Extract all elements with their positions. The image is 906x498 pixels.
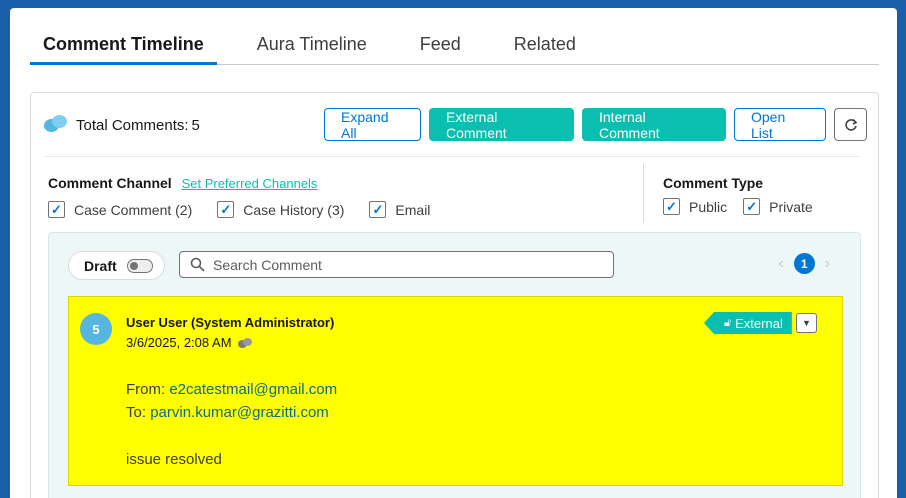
toggle-switch[interactable]	[126, 258, 153, 273]
refresh-button[interactable]	[834, 108, 867, 141]
total-label: Total Comments:	[76, 116, 189, 134]
comments-icon	[44, 115, 70, 135]
pagination: ‹ 1 ›	[768, 253, 840, 274]
comment-channel-label: Comment Channel	[48, 175, 172, 191]
search-box	[179, 251, 614, 278]
comment-body: From: e2catestmail@gmail.com To: parvin.…	[126, 378, 337, 471]
checkbox-label: Case History (3)	[243, 201, 345, 218]
comment-type-label: Comment Type	[663, 175, 764, 191]
main-card: Comment Timeline Aura Timeline Feed Rela…	[10, 8, 897, 498]
search-icon	[190, 257, 205, 272]
chevron-right-icon[interactable]: ›	[825, 255, 830, 273]
checkmark-icon: ✓	[663, 198, 680, 215]
chevron-left-icon[interactable]: ‹	[778, 255, 783, 273]
tab-feed[interactable]: Feed	[407, 34, 474, 65]
set-preferred-channels-link[interactable]: Set Preferred Channels	[182, 176, 318, 191]
open-list-button[interactable]: Open List	[734, 108, 826, 141]
checkbox-case-comment[interactable]: ✓ Case Comment (2)	[48, 201, 192, 218]
chevron-down-icon: ▼	[802, 318, 811, 328]
badge-label: External	[735, 315, 783, 331]
checkmark-icon: ✓	[48, 201, 65, 218]
total-count: 5	[191, 116, 200, 134]
comment-bubble-icon	[237, 337, 252, 348]
avatar: 5	[80, 313, 112, 345]
type-checkboxes: ✓ Public ✓ Private	[663, 198, 838, 215]
checkbox-label: Public	[689, 198, 728, 215]
total-comments: Total Comments: 5	[44, 115, 200, 135]
to-label: To:	[126, 404, 147, 421]
search-input[interactable]	[213, 256, 593, 273]
refresh-icon	[844, 118, 857, 131]
tab-bar: Comment Timeline Aura Timeline Feed Rela…	[30, 34, 879, 65]
checkbox-email[interactable]: ✓ Email	[369, 201, 430, 218]
divider	[44, 156, 860, 157]
divider	[643, 163, 644, 223]
expand-all-button[interactable]: Expand All	[324, 108, 421, 141]
checkbox-case-history[interactable]: ✓ Case History (3)	[217, 201, 344, 218]
channel-checkboxes: ✓ Case Comment (2) ✓ Case History (3) ✓ Ema…	[48, 201, 455, 218]
checkbox-label: Email	[395, 201, 431, 218]
draft-label: Draft	[84, 257, 117, 274]
comment-panel: Total Comments: 5 Expand All External Co…	[30, 92, 879, 498]
internal-comment-button[interactable]: Internal Comment	[582, 108, 726, 141]
to-email-link[interactable]: parvin.kumar@grazitti.com	[150, 404, 329, 421]
comment-text: issue resolved	[126, 451, 222, 468]
external-comment-button[interactable]: External Comment	[429, 108, 574, 141]
page-number[interactable]: 1	[793, 253, 815, 274]
tab-comment-timeline[interactable]: Comment Timeline	[30, 34, 217, 65]
checkmark-icon: ✓	[743, 198, 761, 215]
external-badge: 🔓︎ External	[704, 312, 792, 334]
from-email-link[interactable]: e2catestmail@gmail.com	[169, 381, 337, 398]
checkmark-icon: ✓	[217, 201, 235, 218]
tab-related[interactable]: Related	[501, 34, 589, 65]
checkbox-label: Private	[769, 198, 813, 215]
checkmark-icon: ✓	[369, 201, 387, 218]
comment-card: 5 User User (System Administrator) 3/6/2…	[68, 296, 843, 486]
comment-menu-button[interactable]: ▼	[796, 313, 817, 333]
unlock-icon: 🔓︎	[724, 316, 732, 329]
checkbox-label: Case Comment (2)	[74, 201, 193, 218]
action-buttons: Expand All External Comment Internal Com…	[324, 108, 867, 141]
comment-author: User User (System Administrator)	[126, 315, 335, 330]
tab-aura-timeline[interactable]: Aura Timeline	[244, 34, 380, 65]
timeline-container: Draft ‹ 1 › 5 User User (System Administ…	[48, 232, 861, 498]
datetime-text: 3/6/2025, 2:08 AM	[126, 335, 232, 350]
from-label: From:	[126, 381, 166, 398]
checkbox-private[interactable]: ✓ Private	[743, 198, 813, 215]
draft-toggle[interactable]: Draft	[68, 251, 165, 280]
comment-channel-heading: Comment Channel Set Preferred Channels	[48, 175, 317, 191]
checkbox-public[interactable]: ✓ Public	[663, 198, 727, 215]
comment-datetime: 3/6/2025, 2:08 AM	[126, 335, 252, 350]
